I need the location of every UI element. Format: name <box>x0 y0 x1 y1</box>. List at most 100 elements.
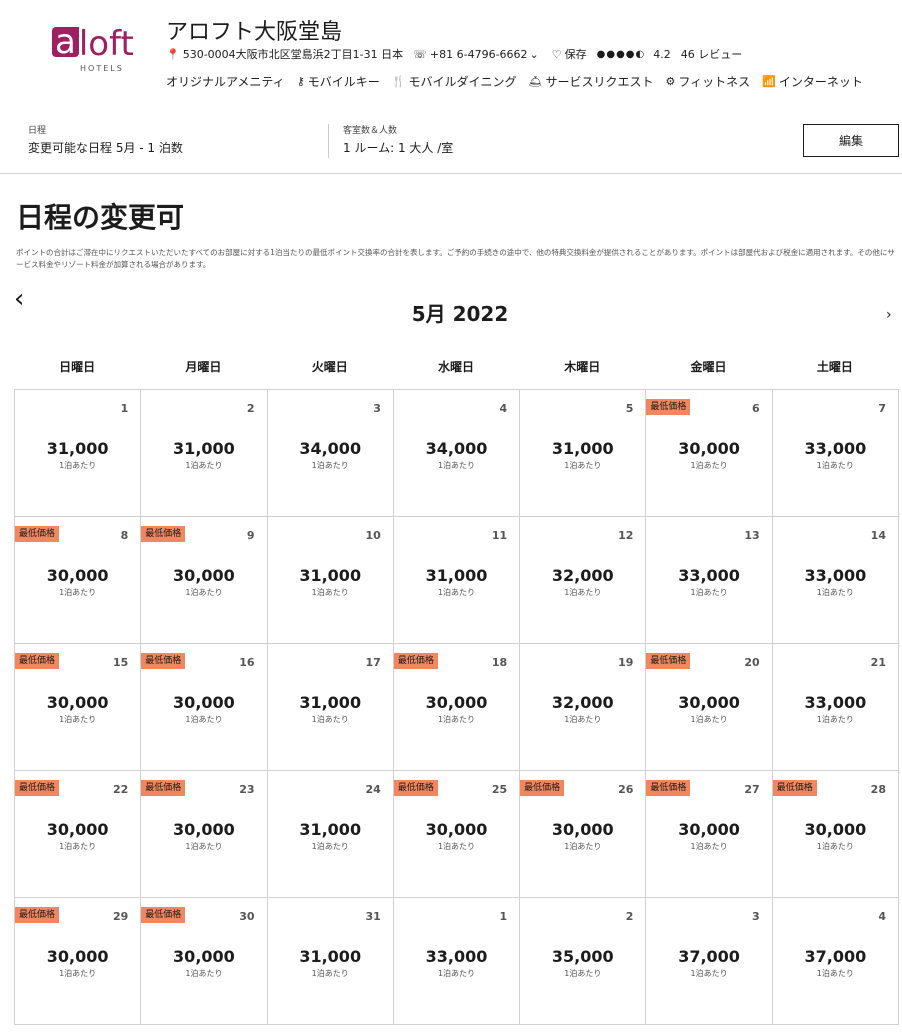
calendar-day-cell[interactable]: 2 31,000 1泊あたり <box>141 390 268 517</box>
lowest-price-badge: 最低価格 <box>15 780 60 796</box>
amenity-original[interactable]: オリジナルアメニティ <box>166 73 285 90</box>
calendar-day-cell[interactable]: 12 32,000 1泊あたり <box>520 517 647 644</box>
calendar-day-cell[interactable]: 1 31,000 1泊あたり <box>15 390 142 517</box>
calendar-day-cell[interactable]: 10 31,000 1泊あたり <box>267 517 394 644</box>
amenities-row: オリジナルアメニティ ⚷ モバイルキー 🍴 モバイルダイニング 🛎 サービスリク… <box>166 73 875 89</box>
points-price: 32,000 <box>551 693 614 712</box>
lowest-price-badge: 最低価格 <box>772 780 817 796</box>
weekday-label: 金曜日 <box>690 360 727 374</box>
calendar-day-cell[interactable]: 4 37,000 1泊あたり <box>772 898 899 1025</box>
calendar-day-cell[interactable]: 最低価格 9 30,000 1泊あたり <box>141 517 268 644</box>
points-price: 30,000 <box>173 947 235 966</box>
edit-button[interactable]: 編集 <box>803 124 899 157</box>
calendar-day-cell[interactable]: 最低価格 26 30,000 1泊あたり <box>520 771 647 898</box>
rating[interactable]: ●●●●◐ 4.2 46 レビュー <box>597 46 743 62</box>
amenity-label: フィットネス <box>678 74 751 89</box>
points-price: 30,000 <box>678 820 740 839</box>
calendar-day-cell[interactable]: 7 33,000 1泊あたり <box>772 390 899 517</box>
amenity-internet[interactable]: 📶 インターネット <box>762 73 863 90</box>
key-icon: ⚷ <box>296 74 305 88</box>
calendar-day-cell[interactable]: 最低価格 27 30,000 1泊あたり <box>646 771 773 898</box>
day-number: 8 <box>120 529 129 542</box>
phone-icon: ☏ <box>413 47 427 61</box>
day-number: 30 <box>239 910 255 923</box>
day-number: 3 <box>752 910 760 923</box>
calendar-day-cell[interactable]: 1 33,000 1泊あたり <box>393 898 521 1025</box>
per-night-label: 1泊あたり <box>59 969 97 978</box>
calendar-day-cell[interactable]: 最低価格 16 30,000 1泊あたり <box>141 644 268 771</box>
day-number: 16 <box>239 656 255 669</box>
calendar-day-cell[interactable]: 最低価格 8 30,000 1泊あたり <box>15 517 142 644</box>
per-night-label: 1泊あたり <box>816 969 854 978</box>
calendar-day-cell[interactable]: 11 31,000 1泊あたり <box>393 517 521 644</box>
amenity-mobile-dining[interactable]: 🍴 モバイルダイニング <box>392 73 517 90</box>
calendar-day-cell[interactable]: 最低価格 22 30,000 1泊あたり <box>15 771 142 898</box>
points-price: 30,000 <box>46 947 109 966</box>
points-price: 33,000 <box>804 693 867 712</box>
calendar-day-cell[interactable]: 最低価格 30 30,000 1泊あたり <box>141 898 268 1025</box>
points-price: 34,000 <box>299 439 362 458</box>
phone[interactable]: ☏ +81 6-4796-6662 ⌄ <box>413 48 542 61</box>
calendar-day-cell[interactable]: 3 37,000 1泊あたり <box>646 898 773 1025</box>
calendar-day-cell[interactable]: 19 32,000 1泊あたり <box>520 644 647 771</box>
per-night-label: 1泊あたり <box>816 842 854 851</box>
points-price: 30,000 <box>173 820 235 839</box>
day-number: 15 <box>112 656 129 669</box>
day-number: 4 <box>878 910 886 923</box>
calendar-day-cell[interactable]: 3 34,000 1泊あたり <box>267 390 394 517</box>
amenity-service-request[interactable]: 🛎 サービスリクエスト <box>528 73 653 90</box>
lowest-price-badge: 最低価格 <box>646 399 691 415</box>
reviews-link[interactable]: 46 レビュー <box>681 46 743 62</box>
calendar-day-cell[interactable]: 13 33,000 1泊あたり <box>646 517 773 644</box>
day-number: 7 <box>878 402 886 415</box>
points-price: 30,000 <box>46 566 109 585</box>
hotel-info-row: 📍 530-0004大阪市北区堂島浜2丁目1-31 日本 ☏ +81 6-479… <box>166 46 752 62</box>
calendar-day-cell[interactable]: 最低価格 15 30,000 1泊あたり <box>15 644 142 771</box>
calendar-day-cell[interactable]: 31 31,000 1泊あたり <box>267 898 394 1025</box>
calendar-day-cell[interactable]: 最低価格 23 30,000 1泊あたり <box>141 771 268 898</box>
day-number: 24 <box>365 783 381 796</box>
day-number: 18 <box>491 656 508 669</box>
per-night-label: 1泊あたり <box>437 842 476 851</box>
weekday-label: 月曜日 <box>185 360 222 374</box>
address[interactable]: 📍 530-0004大阪市北区堂島浜2丁目1-31 日本 <box>166 46 403 62</box>
calendar-day-cell[interactable]: 最低価格 18 30,000 1泊あたり <box>393 644 521 771</box>
calendar-day-cell[interactable]: 24 31,000 1泊あたり <box>267 771 394 898</box>
calendar-grid: 1 31,000 1泊あたり 2 31,000 1泊あたり 3 34,000 1泊あたり 4 34,… <box>14 389 899 1025</box>
per-night-label: 1泊あたり <box>311 715 349 724</box>
points-price: 30,000 <box>425 820 488 839</box>
calendar-day-cell[interactable]: 17 31,000 1泊あたり <box>267 644 394 771</box>
calendar-day-cell[interactable]: 最低価格 20 30,000 1泊あたり <box>646 644 773 771</box>
per-night-label: 1泊あたり <box>185 842 223 851</box>
calendar-day-cell[interactable]: 4 34,000 1泊あたり <box>393 390 521 517</box>
points-price: 30,000 <box>173 693 235 712</box>
calendar-day-cell[interactable]: 21 33,000 1泊あたり <box>772 644 899 771</box>
lowest-price-badge: 最低価格 <box>646 780 691 796</box>
lowest-price-badge: 最低価格 <box>15 907 60 923</box>
calendar-day-cell[interactable]: 最低価格 25 30,000 1泊あたり <box>393 771 521 898</box>
calendar-day-cell[interactable]: 最低価格 29 30,000 1泊あたり <box>15 898 142 1025</box>
points-price: 30,000 <box>46 820 109 839</box>
next-month-chevron-icon[interactable]: › <box>886 306 900 324</box>
aloft-logo[interactable]: aloft HOTELS <box>52 25 152 76</box>
rooms-guests-field[interactable]: 客室数＆人数 1 ルーム: 1 大人 /室 <box>343 123 453 156</box>
amenity-fitness[interactable]: ⚙ フィットネス <box>665 73 750 90</box>
calendar-day-cell[interactable]: 最低価格 28 30,000 1泊あたり <box>772 771 899 898</box>
per-night-label: 1泊あたり <box>564 461 602 470</box>
calendar-day-cell[interactable]: 最低価格 6 30,000 1泊あたり <box>646 390 773 517</box>
per-night-label: 1泊あたり <box>59 461 97 470</box>
save-button[interactable]: ♡ 保存 <box>552 46 587 62</box>
day-number: 4 <box>499 402 508 415</box>
points-price: 31,000 <box>299 820 362 839</box>
calendar-day-cell[interactable]: 5 31,000 1泊あたり <box>520 390 647 517</box>
wifi-icon: 📶 <box>762 74 776 88</box>
per-night-label: 1泊あたり <box>690 715 728 724</box>
day-number: 25 <box>491 783 508 796</box>
dates-field[interactable]: 日程 変更可能な日程 5月 - 1 泊数 <box>28 123 183 156</box>
lowest-price-badge: 最低価格 <box>141 526 186 542</box>
calendar-day-cell[interactable]: 2 35,000 1泊あたり <box>520 898 647 1025</box>
per-night-label: 1泊あたり <box>437 969 476 978</box>
search-divider <box>328 124 329 158</box>
calendar-day-cell[interactable]: 14 33,000 1泊あたり <box>772 517 899 644</box>
amenity-mobile-key[interactable]: ⚷ モバイルキー <box>297 73 380 90</box>
